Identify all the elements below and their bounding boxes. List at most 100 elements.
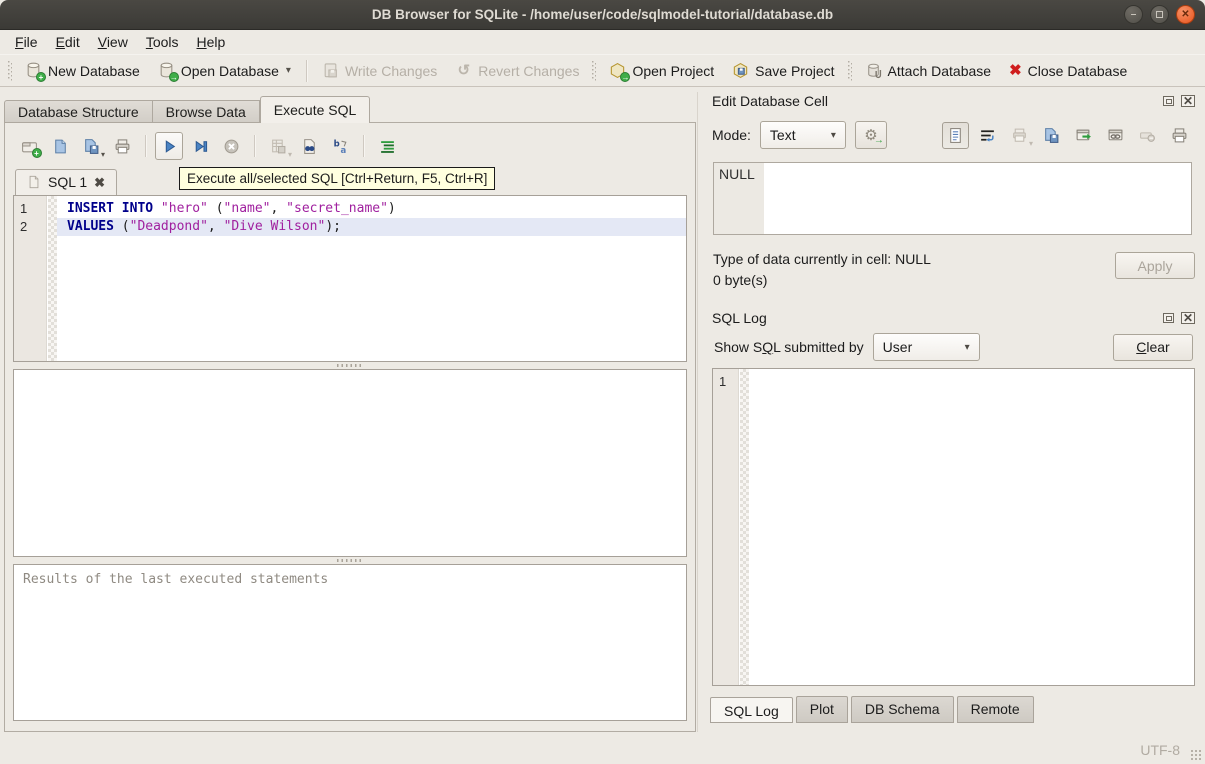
- new-sql-tab-button[interactable]: +: [15, 132, 43, 160]
- menu-tools[interactable]: Tools: [137, 32, 188, 52]
- close-database-button[interactable]: ✖ Close Database: [1000, 59, 1136, 83]
- maximize-button[interactable]: [1150, 5, 1169, 24]
- tab-sql-log[interactable]: SQL Log: [710, 697, 793, 723]
- line-number: 1: [20, 200, 46, 218]
- maximize-icon: [1156, 11, 1163, 18]
- cell-editor-toolbar: ▾: [942, 122, 1193, 149]
- open-database-label: Open Database: [181, 63, 279, 79]
- results-placeholder-text: Results of the last executed statements: [23, 572, 328, 587]
- revert-changes-button[interactable]: ↺ Revert Changes: [446, 58, 588, 83]
- open-sql-file-icon: [52, 138, 69, 155]
- tab-execute-sql[interactable]: Execute SQL: [260, 96, 371, 123]
- print-cell-button[interactable]: [1166, 122, 1193, 149]
- dock-close-icon[interactable]: ✕: [1181, 95, 1195, 107]
- save-sql-file-button[interactable]: ▾: [77, 132, 105, 160]
- dock-float-icon[interactable]: [1163, 313, 1174, 323]
- menu-file[interactable]: File: [6, 32, 47, 52]
- minimize-button[interactable]: –: [1124, 5, 1143, 24]
- find-button[interactable]: [295, 132, 323, 160]
- open-project-button[interactable]: → Open Project: [600, 58, 723, 83]
- menu-view[interactable]: View: [89, 32, 137, 52]
- line-number: 2: [20, 218, 46, 236]
- combo-arrow-icon: ▾: [831, 130, 836, 141]
- menu-edit[interactable]: Edit: [47, 32, 89, 52]
- minimize-icon: –: [1131, 10, 1137, 20]
- print-sql-button[interactable]: [108, 132, 136, 160]
- dock-float-icon[interactable]: [1163, 96, 1174, 106]
- splitter-handle[interactable]: [13, 362, 687, 369]
- cell-value-editor[interactable]: NULL: [713, 162, 1192, 235]
- save-results-button[interactable]: ▾: [264, 132, 292, 160]
- close-button[interactable]: ✕: [1176, 5, 1195, 24]
- dock-divider[interactable]: [697, 92, 698, 732]
- mode-value: Text: [770, 127, 796, 143]
- stop-execution-button[interactable]: [217, 132, 245, 160]
- write-changes-button[interactable]: Write Changes: [313, 58, 446, 83]
- tab-database-structure[interactable]: Database Structure: [4, 100, 153, 123]
- cell-null-value: NULL: [719, 166, 755, 182]
- toolbar-grip[interactable]: [592, 61, 596, 81]
- title-bar[interactable]: DB Browser for SQLite - /home/user/code/…: [0, 0, 1205, 30]
- results-grid-panel[interactable]: [13, 369, 687, 557]
- toolbar-grip[interactable]: [8, 61, 12, 81]
- edit-cell-dock-title: Edit Database Cell: [712, 93, 828, 109]
- set-null-button[interactable]: [1134, 122, 1161, 149]
- sql1-tab[interactable]: SQL 1 ✖: [15, 169, 117, 195]
- sql-log-view[interactable]: 1: [712, 368, 1195, 686]
- open-database-dropdown-icon[interactable]: ▾: [286, 65, 291, 76]
- close-database-label: Close Database: [1028, 63, 1128, 79]
- execution-log-panel[interactable]: Results of the last executed statements: [13, 564, 687, 721]
- tab-browse-data[interactable]: Browse Data: [153, 100, 260, 123]
- new-database-button[interactable]: + New Database: [16, 58, 149, 83]
- splitter-handle[interactable]: [13, 557, 687, 564]
- log-source-combobox[interactable]: User ▾: [873, 333, 980, 361]
- toolbar-grip[interactable]: [848, 61, 852, 81]
- mode-combobox[interactable]: Text ▾: [760, 121, 846, 149]
- dock-close-icon[interactable]: ✕: [1181, 312, 1195, 324]
- save-project-label: Save Project: [755, 63, 834, 79]
- tab-db-schema[interactable]: DB Schema: [851, 696, 954, 723]
- replace-icon: ba: [332, 138, 349, 155]
- attach-database-button[interactable]: Attach Database: [856, 58, 1001, 83]
- auto-mode-button[interactable]: ⚙ →: [855, 121, 887, 149]
- text-view-button[interactable]: [942, 122, 969, 149]
- open-project-icon: →: [609, 62, 626, 79]
- save-results-dropdown-icon: ▾: [288, 150, 292, 159]
- execute-all-button[interactable]: [155, 132, 183, 160]
- word-wrap-button[interactable]: [974, 122, 1001, 149]
- execute-line-button[interactable]: [186, 132, 214, 160]
- word-wrap-icon: [979, 127, 996, 144]
- print-icon: [114, 138, 131, 155]
- sql-log-dock-title: SQL Log: [712, 310, 767, 326]
- tab-plot[interactable]: Plot: [796, 696, 848, 723]
- dock-bottom-tab-bar: SQL Log Plot DB Schema Remote: [700, 697, 1205, 723]
- revert-changes-icon: ↺: [455, 62, 472, 79]
- apply-button[interactable]: Apply: [1115, 252, 1195, 279]
- code-area[interactable]: INSERT INTO "hero" ("name", "secret_name…: [57, 196, 686, 361]
- resize-grip[interactable]: [1190, 749, 1202, 761]
- tab-remote[interactable]: Remote: [957, 696, 1034, 723]
- open-database-button[interactable]: → Open Database ▾: [149, 58, 300, 83]
- open-sql-file-button[interactable]: [46, 132, 74, 160]
- open-external-button[interactable]: [1070, 122, 1097, 149]
- sql1-tab-close-icon[interactable]: ✖: [94, 176, 105, 189]
- sql-toolbar-separator: [254, 135, 255, 157]
- link-cell-button[interactable]: [1102, 122, 1129, 149]
- replace-button[interactable]: ba: [326, 132, 354, 160]
- write-changes-icon: [322, 62, 339, 79]
- sql1-tab-label: SQL 1: [48, 174, 87, 190]
- clear-log-button[interactable]: Clear: [1113, 334, 1193, 361]
- menu-help[interactable]: Help: [188, 32, 235, 52]
- export-data-icon: [1043, 127, 1060, 144]
- sql-code-editor[interactable]: 1 2 INSERT INTO "hero" ("name", "secret_…: [13, 195, 687, 362]
- mode-label: Mode:: [712, 127, 751, 143]
- text-document-icon: [947, 127, 964, 144]
- import-data-button[interactable]: ▾: [1006, 122, 1033, 149]
- export-data-button[interactable]: [1038, 122, 1065, 149]
- save-sql-file-icon: [83, 138, 100, 155]
- save-sql-dropdown-icon[interactable]: ▾: [101, 150, 105, 159]
- format-sql-button[interactable]: [373, 132, 401, 160]
- filter-label: Show SQL submitted by: [714, 339, 864, 355]
- save-project-button[interactable]: Save Project: [723, 58, 843, 83]
- encoding-indicator: UTF-8: [1140, 742, 1180, 758]
